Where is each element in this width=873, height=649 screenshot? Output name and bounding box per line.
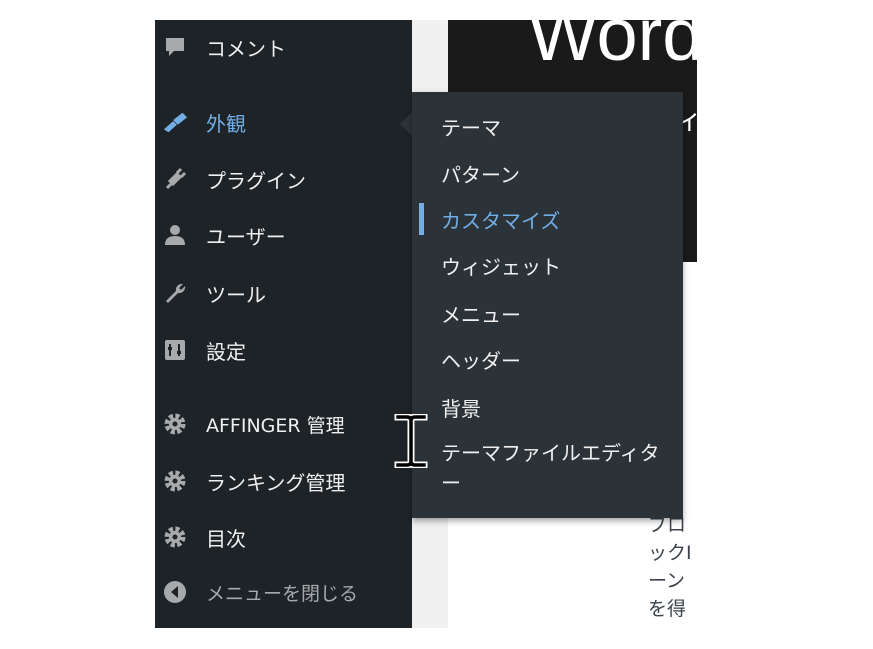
sidebar-item-plugins[interactable]: プラグイン <box>155 159 412 199</box>
sidebar-item-tools[interactable]: ツール <box>155 273 412 313</box>
sidebar-item-label: ユーザー <box>206 224 286 249</box>
submenu-item-label: カスタマイズ <box>441 208 561 233</box>
gear-icon <box>162 411 188 437</box>
content-text: ックI <box>648 542 692 564</box>
content-text: を得 <box>648 598 687 620</box>
submenu-item-label: テーマファイルエディター <box>441 441 660 495</box>
submenu-item-customize[interactable]: カスタマイズ <box>412 199 683 239</box>
sidebar-item-affinger[interactable]: AFFINGER 管理 <box>155 404 412 444</box>
wrench-icon <box>162 280 188 306</box>
user-icon <box>162 222 188 248</box>
sidebar-item-settings[interactable]: 設定 <box>155 330 412 370</box>
sidebar-item-ranking[interactable]: ランキング管理 <box>155 461 412 501</box>
sidebar-item-appearance[interactable]: 外観 <box>155 102 412 142</box>
sidebar-item-label: コメント <box>206 36 286 61</box>
collapse-icon <box>162 579 188 605</box>
sidebar-item-label: プラグイン <box>206 168 306 193</box>
sidebar-item-comments[interactable]: コメント <box>155 27 412 67</box>
submenu-item-menus[interactable]: メニュー <box>412 293 683 333</box>
submenu-item-patterns[interactable]: パターン <box>412 153 683 193</box>
sidebar-item-toc[interactable]: 目次 <box>155 517 412 557</box>
submenu-item-label: テーマ <box>441 115 501 140</box>
gear-icon <box>162 468 188 494</box>
sidebar-item-label: 外観 <box>206 111 246 136</box>
submenu-item-background[interactable]: 背景 <box>412 387 683 427</box>
collapse-menu-button[interactable]: メニューを閉じる <box>155 572 412 612</box>
content-text: ーン <box>648 570 686 592</box>
text-cursor-icon <box>394 414 428 468</box>
submenu-item-label: メニュー <box>441 302 521 327</box>
appearance-submenu: テーマ パターン カスタマイズ ウィジェット メニュー ヘッダー 背景 テーマフ… <box>412 92 683 518</box>
sidebar-item-label: AFFINGER 管理 <box>206 414 345 437</box>
sidebar-item-label: ランキング管理 <box>206 470 346 495</box>
banner-title: Word <box>528 20 697 76</box>
settings-icon <box>162 337 188 363</box>
sidebar-item-label: ツール <box>206 282 266 307</box>
submenu-item-label: パターン <box>441 162 520 187</box>
submenu-pointer <box>400 112 412 136</box>
submenu-item-theme-file-editor[interactable]: テーマファイルエディター <box>412 434 683 504</box>
submenu-item-label: ヘッダー <box>441 348 521 373</box>
submenu-item-themes[interactable]: テーマ <box>412 106 683 146</box>
submenu-item-label: ウィジェット <box>441 254 561 279</box>
comment-icon <box>162 34 188 60</box>
submenu-item-header[interactable]: ヘッダー <box>412 339 683 379</box>
submenu-item-widgets[interactable]: ウィジェット <box>412 245 683 285</box>
sidebar-item-label: メニューを閉じる <box>206 582 359 605</box>
plugin-icon <box>162 166 188 192</box>
sidebar-item-label: 設定 <box>206 339 246 364</box>
sidebar-item-users[interactable]: ユーザー <box>155 215 412 255</box>
admin-sidebar: コメント 外観 プラグイン ユーザー ツール 設定 AFFINGER 管理 ラン… <box>155 20 412 628</box>
paintbrush-icon <box>162 109 188 135</box>
sidebar-item-label: 目次 <box>206 526 246 551</box>
submenu-item-label: 背景 <box>441 396 481 421</box>
gear-icon <box>162 524 188 550</box>
